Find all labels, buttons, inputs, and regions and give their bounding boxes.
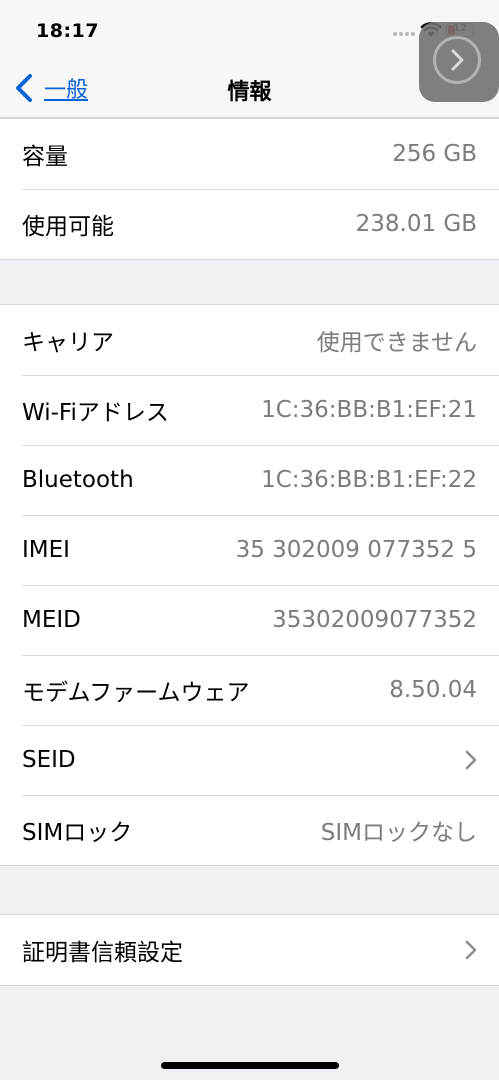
row-value: 1C:36:BB:B1:EF:21	[261, 397, 477, 423]
bluetooth-row: Bluetooth 1C:36:BB:B1:EF:22	[0, 445, 499, 515]
row-label: 証明書信頼設定	[22, 940, 183, 966]
row-label: キャリア	[22, 330, 114, 356]
certificate-trust-settings-row[interactable]: 証明書信頼設定	[0, 915, 499, 985]
row-label: SEID	[22, 747, 76, 773]
status-time: 18:17	[36, 20, 99, 42]
imei-row: IMEI 35 302009 077352 5	[0, 515, 499, 585]
storage-group: 容量 256 GB 使用可能 238.01 GB	[0, 118, 499, 260]
row-value: 35302009077352	[272, 607, 477, 633]
row-label: 容量	[22, 144, 68, 170]
row-label: MEID	[22, 607, 81, 633]
row-label: Wi-Fiアドレス	[22, 400, 169, 426]
row-value: 256 GB	[392, 141, 477, 167]
row-label: 使用可能	[22, 214, 114, 240]
row-label: SIMロック	[22, 820, 133, 846]
meid-row: MEID 35302009077352	[0, 585, 499, 655]
seid-row[interactable]: SEID	[0, 725, 499, 795]
capacity-row: 容量 256 GB	[0, 119, 499, 189]
chevron-right-icon	[465, 750, 477, 770]
row-value: 使用できません	[316, 330, 477, 356]
cellular-signal-icon	[393, 32, 415, 36]
row-label: モデムファームウェア	[22, 680, 250, 706]
modem-firmware-row: モデムファームウェア 8.50.04	[0, 655, 499, 725]
available-row: 使用可能 238.01 GB	[0, 189, 499, 259]
assistive-touch-button[interactable]	[419, 22, 499, 102]
row-label: Bluetooth	[22, 467, 134, 493]
chevron-right-icon	[465, 940, 477, 960]
device-info-group: キャリア 使用できません Wi-Fiアドレス 1C:36:BB:B1:EF:21…	[0, 304, 499, 866]
wifi-address-row: Wi-Fiアドレス 1C:36:BB:B1:EF:21	[0, 375, 499, 445]
row-value: 8.50.04	[389, 677, 477, 703]
row-value: 35 302009 077352 5	[235, 537, 477, 563]
row-value: 1C:36:BB:B1:EF:22	[261, 467, 477, 493]
row-value: 238.01 GB	[355, 211, 477, 237]
row-label: IMEI	[22, 537, 70, 563]
home-indicator[interactable]	[161, 1062, 339, 1069]
carrier-row: キャリア 使用できません	[0, 305, 499, 375]
certificate-group: 証明書信頼設定	[0, 914, 499, 986]
sim-lock-row: SIMロック SIMロックなし	[0, 795, 499, 865]
chevron-right-icon	[451, 49, 464, 71]
row-value: SIMロックなし	[320, 820, 477, 846]
